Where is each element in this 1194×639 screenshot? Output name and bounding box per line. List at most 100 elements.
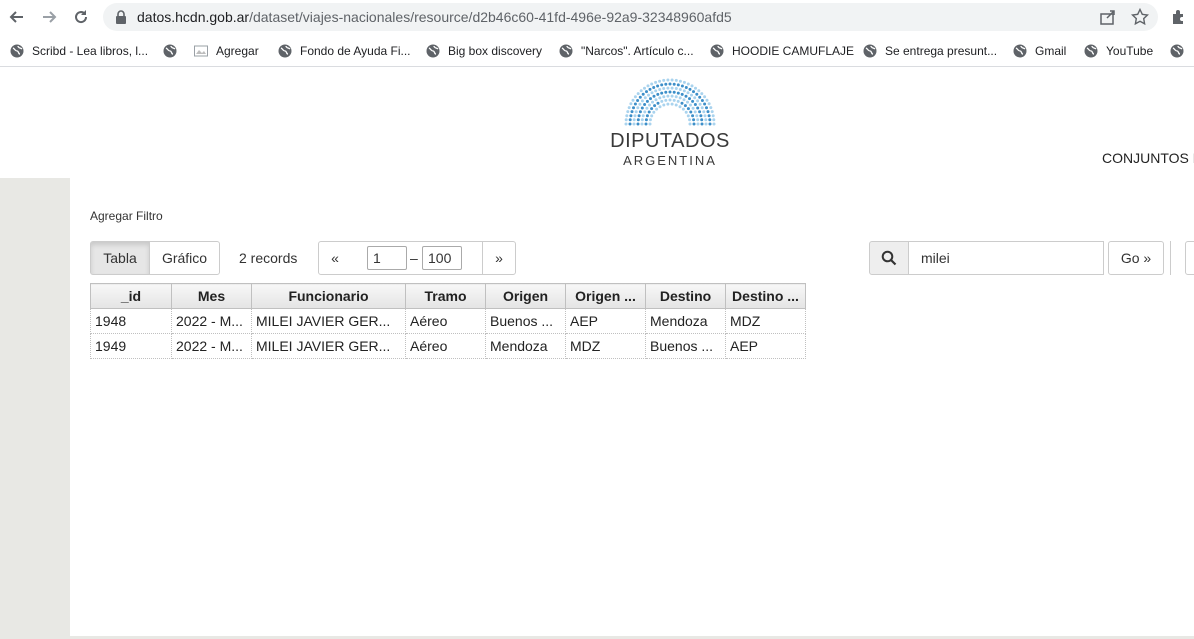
logo-dot bbox=[690, 84, 694, 88]
site-logo[interactable]: DIPUTADOS ARGENTINA bbox=[605, 72, 735, 172]
bookmark-label: Fondo de Ayuda Fi... bbox=[300, 44, 411, 58]
logo-dot bbox=[691, 114, 695, 118]
logo-dot bbox=[636, 92, 640, 96]
bookmark-item[interactable] bbox=[1170, 42, 1192, 60]
table-row[interactable]: 1948 2022 - M... MILEI JAVIER GER... Aér… bbox=[90, 308, 806, 334]
next-page-button[interactable]: » bbox=[482, 241, 516, 275]
logo-dot bbox=[654, 89, 658, 93]
globe-icon bbox=[710, 44, 724, 58]
table-cell: Aéreo bbox=[405, 308, 486, 334]
tab-chart[interactable]: Gráfico bbox=[149, 241, 220, 275]
page-from-input[interactable]: 1 bbox=[367, 246, 407, 270]
logo-dot bbox=[664, 82, 668, 86]
logo-dot bbox=[633, 102, 637, 106]
reload-button[interactable] bbox=[70, 6, 92, 28]
logo-dot bbox=[690, 93, 693, 97]
column-header[interactable]: _id bbox=[90, 283, 172, 309]
table-cell: 1949 bbox=[90, 333, 172, 359]
logo-dot bbox=[656, 84, 660, 88]
globe-icon bbox=[1013, 44, 1027, 58]
logo-dot bbox=[662, 103, 666, 107]
page-to-input[interactable]: 100 bbox=[422, 246, 462, 270]
share-icon[interactable] bbox=[1099, 8, 1117, 26]
bookmark-item[interactable]: Se entrega presunt... bbox=[863, 42, 997, 60]
logo-dot bbox=[700, 118, 704, 122]
logo-dot bbox=[696, 118, 700, 122]
logo-dot bbox=[649, 97, 652, 101]
column-header[interactable]: Destino ... bbox=[725, 283, 806, 309]
bookmark-item[interactable]: Agregar bbox=[194, 42, 259, 60]
settings-button[interactable] bbox=[1185, 241, 1194, 275]
logo-dot bbox=[702, 110, 706, 114]
table-header-row: _id Mes Funcionario Tramo Origen Origen … bbox=[90, 283, 806, 309]
logo-dot bbox=[629, 102, 633, 106]
logo-dot bbox=[674, 103, 678, 107]
table-row[interactable]: 1949 2022 - M... MILEI JAVIER GER... Aér… bbox=[90, 333, 806, 359]
puzzle-icon[interactable] bbox=[1170, 8, 1188, 26]
tab-table[interactable]: Tabla bbox=[90, 241, 150, 275]
logo-dot bbox=[676, 83, 680, 87]
globe-icon bbox=[426, 44, 440, 58]
table-cell: MILEI JAVIER GER... bbox=[251, 308, 406, 334]
logo-dot bbox=[706, 110, 710, 114]
logo-dot bbox=[699, 114, 703, 118]
bookmark-item[interactable] bbox=[163, 42, 185, 60]
logo-dot bbox=[693, 110, 697, 114]
logo-dot bbox=[628, 118, 632, 122]
table-cell: AEP bbox=[565, 308, 646, 334]
logo-dot bbox=[682, 89, 686, 93]
logo-dot bbox=[641, 114, 645, 118]
star-icon[interactable] bbox=[1131, 8, 1149, 26]
forward-button[interactable] bbox=[38, 6, 60, 28]
add-filter-link[interactable]: Agregar Filtro bbox=[90, 209, 163, 223]
column-header[interactable]: Funcionario bbox=[251, 283, 406, 309]
column-header[interactable]: Mes bbox=[171, 283, 252, 309]
logo-dot bbox=[647, 93, 650, 97]
address-bar[interactable]: datos.hcdn.gob.ar/dataset/viajes-naciona… bbox=[103, 3, 1158, 31]
logo-dot bbox=[670, 78, 674, 82]
arrow-left-icon bbox=[9, 11, 23, 23]
logo-dot bbox=[676, 91, 680, 95]
logo-dot bbox=[639, 89, 643, 93]
lock-icon bbox=[116, 10, 126, 24]
logo-dot bbox=[640, 99, 644, 103]
logo-dot bbox=[660, 91, 664, 95]
prev-page-button[interactable]: « bbox=[318, 241, 352, 275]
logo-dot bbox=[654, 80, 658, 84]
logo-dot bbox=[686, 114, 690, 118]
search-input[interactable]: milei bbox=[908, 241, 1104, 275]
bookmark-item[interactable]: Gmail bbox=[1013, 42, 1066, 60]
logo-dot bbox=[648, 118, 652, 122]
logo-dot bbox=[652, 110, 656, 114]
bookmark-item[interactable]: Scribd - Lea libros, l... bbox=[10, 42, 148, 60]
column-header[interactable]: Origen ... bbox=[565, 283, 646, 309]
bookmark-item[interactable]: Big box discovery bbox=[426, 42, 542, 60]
column-header[interactable]: Tramo bbox=[405, 283, 486, 309]
logo-dot bbox=[666, 94, 670, 98]
table-cell: Aéreo bbox=[405, 333, 486, 359]
logo-dot bbox=[700, 99, 704, 102]
logo-dot bbox=[689, 110, 693, 114]
bookmark-item[interactable]: Fondo de Ayuda Fi... bbox=[278, 42, 411, 60]
bookmark-item[interactable]: HOODIE CAMUFLAJE bbox=[710, 42, 854, 60]
logo-dot bbox=[652, 86, 656, 89]
logo-dot bbox=[692, 122, 696, 126]
logo-dot bbox=[684, 94, 688, 98]
column-header[interactable]: Destino bbox=[645, 283, 726, 309]
logo-dot bbox=[650, 91, 654, 95]
logo-dot bbox=[643, 96, 647, 100]
logo-dot bbox=[640, 122, 644, 126]
logo-dot bbox=[662, 87, 666, 90]
logo-dot bbox=[640, 118, 644, 122]
bookmark-item[interactable]: YouTube bbox=[1084, 42, 1153, 60]
logo-dot bbox=[698, 95, 702, 99]
column-header[interactable]: Origen bbox=[485, 283, 566, 309]
logo-dot bbox=[660, 99, 664, 103]
bookmark-item[interactable]: "Narcos". Artículo c... bbox=[559, 42, 694, 60]
go-button[interactable]: Go » bbox=[1108, 241, 1164, 275]
nav-conjuntos[interactable]: CONJUNTOS D bbox=[1102, 150, 1194, 166]
back-button[interactable] bbox=[6, 6, 28, 28]
logo-dot bbox=[647, 110, 651, 114]
logo-dot bbox=[666, 86, 670, 90]
bookmark-label: Gmail bbox=[1035, 44, 1067, 58]
